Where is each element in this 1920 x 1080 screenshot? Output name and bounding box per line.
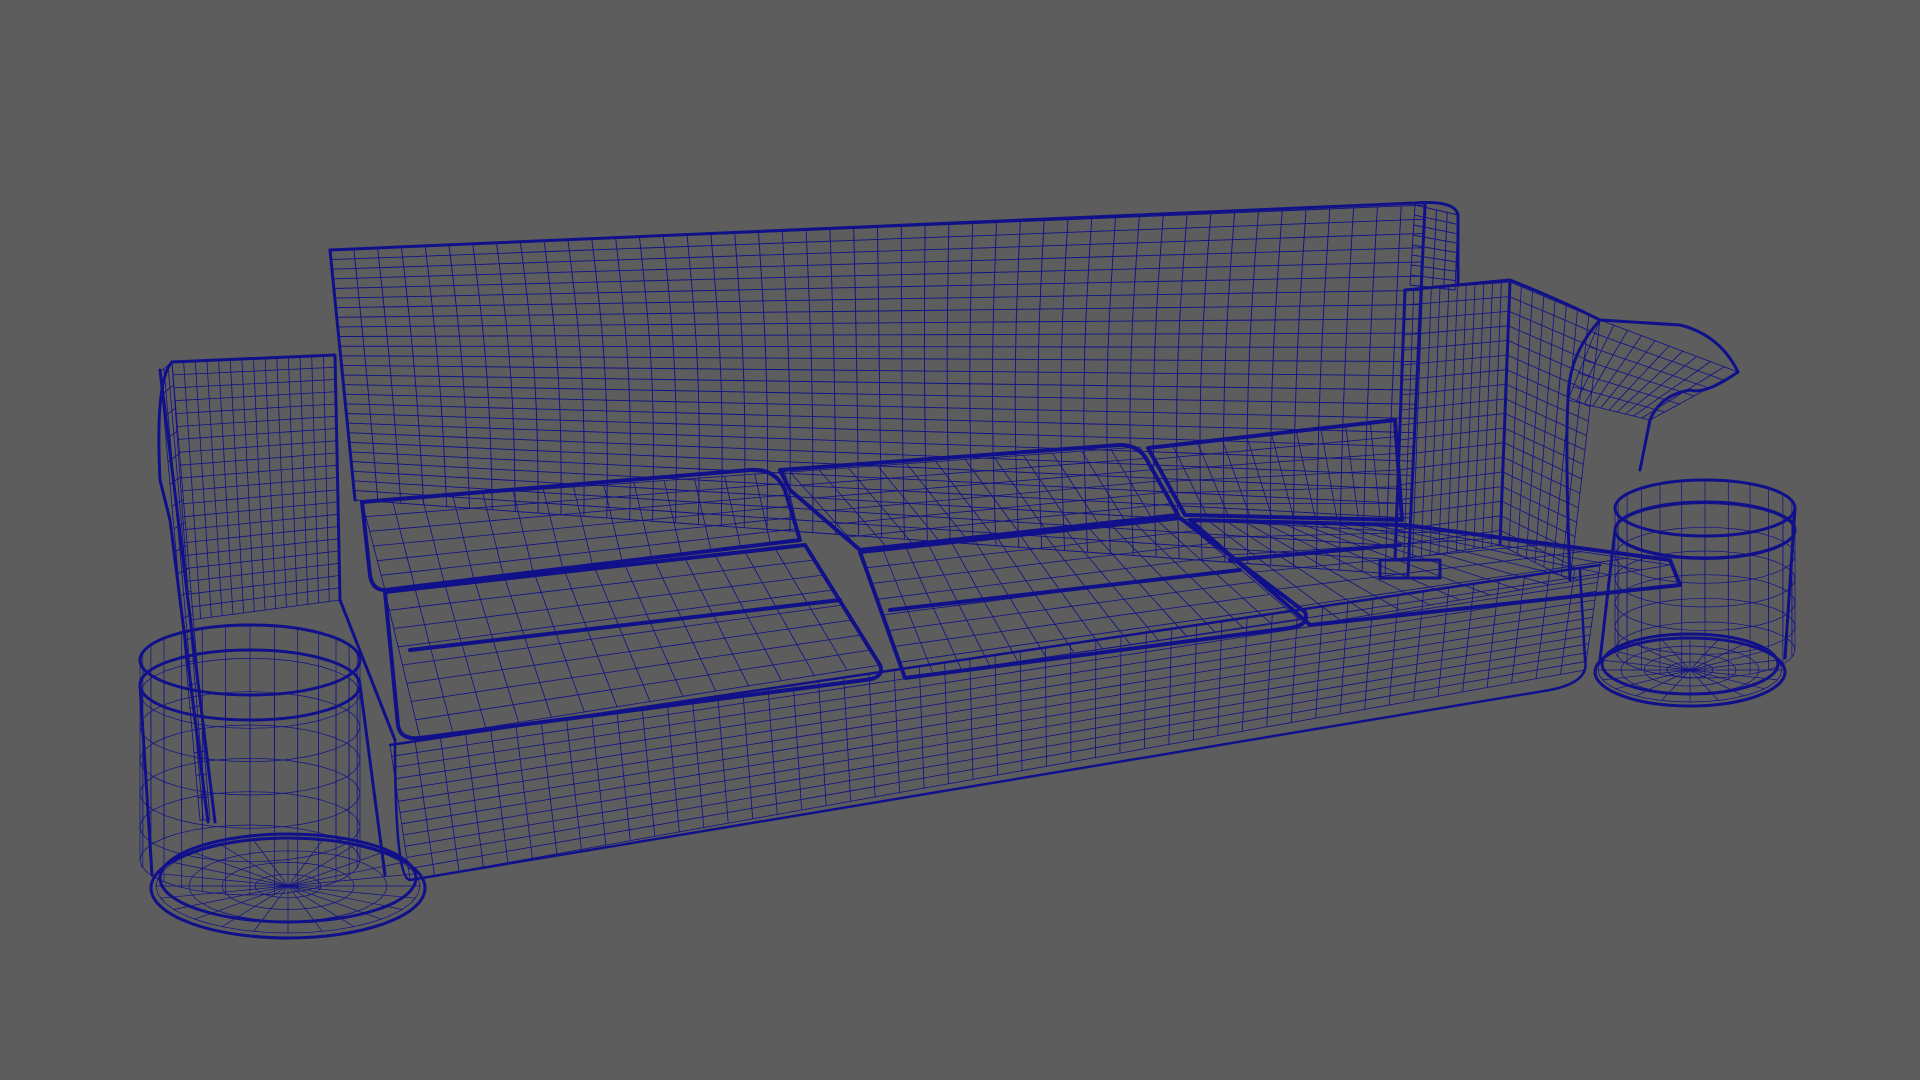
- mesh-edge: [555, 356, 665, 358]
- mesh-edge: [919, 678, 921, 691]
- mesh-edge: [1242, 708, 1244, 721]
- mesh-edge: [663, 357, 772, 359]
- mesh-edge: [1316, 460, 1319, 498]
- mesh-edge: [1428, 267, 1434, 269]
- mesh-edge: [491, 482, 493, 511]
- mesh-edge: [920, 702, 922, 716]
- mesh-edge: [230, 791, 251, 793]
- mesh-edge: [1450, 279, 1456, 282]
- mesh-edge: [788, 380, 791, 412]
- mesh-edge: [1446, 269, 1452, 272]
- mesh-edge: [230, 824, 251, 826]
- mesh-edge: [1243, 685, 1245, 698]
- mesh-edge: [833, 381, 836, 413]
- mesh-edge: [249, 824, 270, 826]
- mesh-edge: [986, 358, 1096, 361]
- mesh-edge: [811, 381, 813, 413]
- mesh-edge: [947, 224, 950, 257]
- mesh-edge: [1412, 236, 1414, 246]
- mesh-edge: [249, 727, 270, 729]
- mesh-edge: [320, 883, 322, 887]
- mesh-edge: [1414, 285, 1420, 287]
- mesh-edge: [270, 850, 289, 852]
- wireframe-scene: [0, 0, 1920, 1080]
- mesh-edge: [855, 350, 858, 383]
- mesh-edge: [1412, 228, 1414, 238]
- mesh-edge: [922, 763, 924, 777]
- mesh-edge: [249, 794, 270, 796]
- mesh-edge: [854, 289, 857, 322]
- mesh-edge: [771, 357, 880, 360]
- mesh-edge: [189, 590, 192, 592]
- mesh-edge: [230, 691, 251, 693]
- mesh-edge: [1176, 386, 1178, 422]
- mesh-edge: [249, 827, 270, 829]
- mesh-edge: [1037, 351, 1039, 386]
- mesh-edge: [1429, 257, 1435, 259]
- mesh-edge: [1437, 268, 1443, 270]
- mesh-edge: [878, 358, 988, 360]
- mesh-edge: [1410, 274, 1416, 277]
- mesh-edge: [1409, 276, 1411, 286]
- mesh-edge: [1441, 268, 1448, 271]
- mesh-edge: [1428, 276, 1434, 279]
- mesh-edge: [1411, 244, 1413, 254]
- mesh-edge: [833, 350, 835, 383]
- mesh-edge: [1689, 629, 1706, 632]
- mesh-edge: [287, 850, 306, 852]
- mesh-edge: [1423, 276, 1429, 278]
- mesh-edge: [1441, 278, 1447, 280]
- mesh-edge: [249, 791, 270, 793]
- mesh-edge: [1414, 204, 1416, 214]
- mesh-edge: [1445, 288, 1451, 290]
- mesh-edge: [1409, 284, 1415, 286]
- 3d-viewport[interactable]: [0, 0, 1920, 1080]
- mesh-edge: [185, 544, 188, 547]
- mesh-edge: [921, 739, 924, 752]
- mesh-edge: [1410, 264, 1417, 267]
- mesh-edge: [1445, 279, 1452, 281]
- mesh-edge: [1269, 647, 1271, 660]
- mesh-edge: [895, 706, 897, 720]
- mesh-edge: [1060, 351, 1062, 386]
- mesh-edge: [191, 613, 194, 615]
- mesh-edge: [230, 727, 251, 729]
- mesh-edge: [447, 355, 557, 358]
- mesh-edge: [1424, 266, 1430, 268]
- mesh-edge: [675, 493, 677, 524]
- mesh-edge: [1410, 268, 1412, 278]
- mesh-edge: [1441, 288, 1447, 290]
- mesh-edge: [898, 767, 900, 781]
- mesh-edge: [1450, 289, 1456, 291]
- mesh-edge: [340, 355, 449, 357]
- mesh-edge: [1704, 629, 1721, 632]
- mesh-edge: [1432, 277, 1438, 279]
- mesh-edge: [1414, 275, 1421, 277]
- mesh-edge: [230, 827, 251, 829]
- mesh-edge: [1689, 526, 1706, 529]
- mesh-edge: [536, 431, 539, 460]
- mesh-edge: [1199, 386, 1202, 423]
- mesh-edge: [1094, 359, 1203, 361]
- mesh-edge: [230, 794, 251, 796]
- mesh-edge: [1689, 597, 1706, 600]
- mesh-edge: [1437, 277, 1443, 280]
- mesh-edge: [697, 495, 700, 525]
- mesh-edge: [1201, 359, 1311, 362]
- mesh-edge: [230, 724, 251, 726]
- mesh-edge: [1704, 526, 1721, 529]
- mesh-edge: [249, 691, 270, 693]
- mesh-edge: [249, 724, 270, 726]
- mesh-edge: [1257, 535, 1283, 537]
- mesh-edge: [187, 567, 190, 569]
- mesh-edge: [1704, 597, 1721, 600]
- mesh-edge: [1413, 212, 1415, 222]
- mesh-edge: [1176, 455, 1178, 491]
- mesh-edge: [1411, 252, 1413, 262]
